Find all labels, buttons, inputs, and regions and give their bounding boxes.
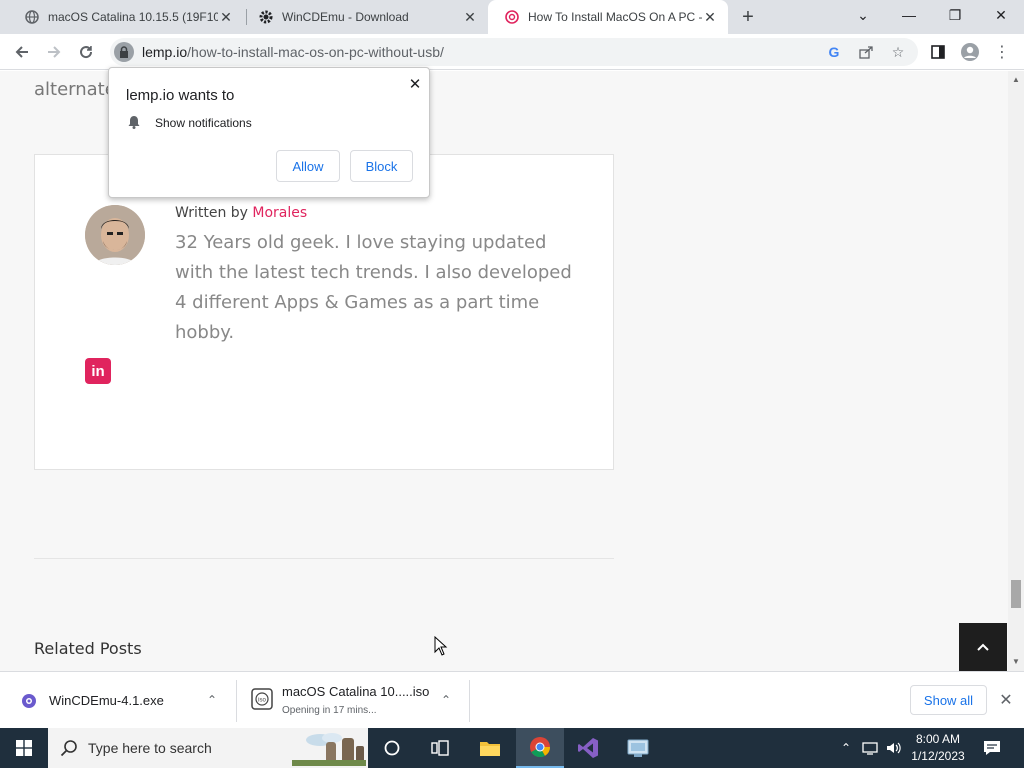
visual-studio-icon[interactable]	[564, 728, 612, 768]
download-item[interactable]: WinCDEmu-4.1.exe ⌃	[0, 672, 236, 729]
volume-icon[interactable]	[884, 738, 904, 758]
linkedin-icon[interactable]: in	[85, 358, 111, 384]
show-all-button[interactable]: Show all	[910, 685, 987, 715]
close-icon[interactable]: ✕	[702, 9, 718, 25]
download-filename: macOS Catalina 10.....iso	[282, 684, 430, 699]
scrollbar-thumb[interactable]	[1011, 580, 1021, 608]
bookmark-star-icon[interactable]: ☆	[888, 42, 908, 62]
reload-icon	[80, 46, 93, 59]
download-shelf: WinCDEmu-4.1.exe ⌃ iso macOS Catalina 10…	[0, 671, 1024, 728]
close-window-button[interactable]: ✕	[978, 0, 1024, 30]
address-bar[interactable]: lemp.io/how-to-install-mac-os-on-pc-with…	[110, 38, 918, 66]
back-button[interactable]	[8, 38, 36, 66]
bell-icon	[128, 116, 140, 129]
author-bio: 32 Years old geek. I love staying update…	[175, 232, 572, 343]
url-text[interactable]: lemp.io/how-to-install-mac-os-on-pc-with…	[142, 44, 444, 60]
file-explorer-icon[interactable]	[466, 728, 514, 768]
allow-button[interactable]: Allow	[276, 150, 340, 182]
windows-taskbar: Type here to search ⌃ 8:00 AM 1/12/2023	[0, 728, 1024, 768]
new-tab-button[interactable]: +	[736, 5, 760, 29]
notification-permission-popup: lemp.io wants to ✕ Show notifications Al…	[108, 67, 430, 198]
close-icon[interactable]: ✕	[462, 9, 478, 25]
tab-title: macOS Catalina 10.15.5 (19F101)	[48, 10, 218, 24]
globe-icon	[24, 9, 40, 25]
scroll-up-arrow-icon[interactable]: ▲	[1012, 75, 1020, 84]
iso-file-icon: iso	[251, 688, 273, 710]
reload-button[interactable]	[72, 38, 100, 66]
tab-install-macos[interactable]: How To Install MacOS On A PC - ✕	[488, 0, 728, 34]
close-icon[interactable]: ✕	[996, 690, 1016, 710]
back-to-top-button[interactable]	[959, 623, 1007, 671]
chevron-up-icon[interactable]: ⌃	[836, 738, 856, 758]
author-name-link[interactable]: Morales	[252, 205, 307, 221]
search-placeholder: Type here to search	[88, 740, 212, 756]
task-view-icon[interactable]	[416, 728, 464, 768]
chevron-up-icon[interactable]: ⌃	[204, 692, 220, 708]
tab-strip: macOS Catalina 10.15.5 (19F101) ✕ WinCDE…	[0, 0, 1024, 34]
openai-icon	[504, 9, 520, 25]
mouse-cursor-icon	[434, 636, 448, 656]
side-panel-icon[interactable]	[924, 38, 952, 66]
notification-center-icon[interactable]	[982, 738, 1002, 758]
google-lens-icon[interactable]: G	[824, 42, 844, 62]
taskbar-clock[interactable]: 8:00 AM 1/12/2023	[906, 731, 970, 765]
written-by-label: Written by	[175, 205, 248, 221]
network-icon[interactable]	[860, 738, 880, 758]
restore-button[interactable]: ❐	[932, 0, 978, 30]
share-icon[interactable]	[856, 42, 876, 62]
control-panel-icon[interactable]	[614, 728, 662, 768]
download-item[interactable]: iso macOS Catalina 10.....iso Opening in…	[237, 672, 469, 729]
close-icon[interactable]: ✕	[218, 9, 234, 25]
avatar[interactable]	[85, 205, 145, 265]
url-domain: lemp.io	[142, 44, 188, 60]
url-path: /how-to-install-mac-os-on-pc-without-usb…	[187, 44, 444, 60]
clock-date: 1/12/2023	[911, 749, 965, 763]
arrow-left-icon	[15, 46, 28, 58]
search-highlight-image	[292, 733, 366, 766]
svg-text:iso: iso	[258, 698, 266, 704]
close-icon[interactable]: ✕	[405, 74, 425, 94]
tab-macos-catalina[interactable]: macOS Catalina 10.15.5 (19F101) ✕	[8, 0, 244, 34]
scroll-down-arrow-icon[interactable]: ▼	[1012, 657, 1020, 666]
divider	[469, 680, 470, 722]
divider	[34, 558, 614, 559]
chevron-up-icon	[977, 643, 989, 651]
browser-toolbar: lemp.io/how-to-install-mac-os-on-pc-with…	[0, 34, 1024, 70]
clock-time: 8:00 AM	[915, 732, 961, 746]
author-box: Written by Morales 32 Years old geek. I …	[34, 154, 614, 470]
chevron-up-icon[interactable]: ⌃	[438, 692, 454, 708]
windows-logo-icon	[16, 740, 32, 756]
gear-icon	[258, 9, 274, 25]
block-button[interactable]: Block	[350, 150, 413, 182]
page-scrollbar[interactable]: ▲ ▼	[1008, 71, 1024, 671]
kebab-menu-icon[interactable]: ⋮	[988, 38, 1016, 66]
wincdemu-app-icon	[22, 694, 36, 708]
profile-avatar-icon[interactable]	[956, 38, 984, 66]
tab-title: WinCDEmu - Download	[282, 10, 409, 24]
tab-search-chevron-icon[interactable]: ⌄	[840, 0, 886, 30]
taskbar-search-box[interactable]: Type here to search	[48, 728, 368, 768]
lock-icon[interactable]	[114, 42, 134, 62]
related-posts-heading: Related Posts	[34, 639, 142, 658]
tab-wincdemu[interactable]: WinCDEmu - Download ✕	[242, 0, 488, 34]
download-filename: WinCDEmu-4.1.exe	[49, 693, 164, 708]
popup-title: lemp.io wants to	[126, 87, 235, 104]
download-status: Opening in 17 mins...	[282, 705, 377, 716]
minimize-button[interactable]: —	[886, 0, 932, 30]
windows-start-button[interactable]	[0, 728, 48, 768]
tab-title: How To Install MacOS On A PC -	[528, 10, 702, 24]
permission-description: Show notifications	[155, 116, 252, 130]
forward-button[interactable]	[40, 38, 68, 66]
partial-paragraph: alternate	[34, 79, 116, 100]
cortana-icon[interactable]	[368, 728, 416, 768]
arrow-right-icon	[48, 46, 61, 58]
written-by-line: Written by Morales	[175, 205, 307, 221]
chrome-icon[interactable]	[516, 728, 564, 768]
search-icon	[60, 740, 77, 757]
